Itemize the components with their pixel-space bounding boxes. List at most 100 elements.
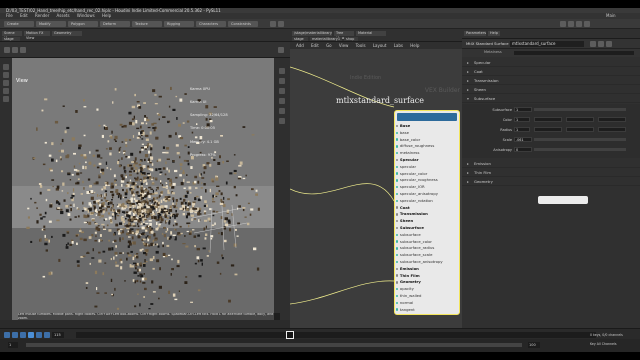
shelf-tab-rigging[interactable]: Rigging [164, 21, 194, 27]
port-connector-icon[interactable] [396, 287, 399, 291]
input-port[interactable]: specular_roughness [395, 177, 438, 183]
tab-help[interactable]: Help [488, 31, 500, 36]
path-stage[interactable]: stage [292, 37, 308, 41]
param-value-field[interactable]: 1 [514, 127, 530, 132]
param-slider[interactable] [534, 148, 626, 151]
expand-right-icon[interactable]: ▸ [467, 77, 469, 85]
input-port[interactable]: specular [395, 164, 416, 170]
jump-end-icon[interactable] [44, 332, 50, 338]
param-section[interactable]: ▸ Geometry [462, 178, 640, 186]
menu-edit[interactable]: Edit [20, 13, 28, 18]
menu-labs[interactable]: Labs [394, 43, 403, 48]
input-port[interactable]: subsurface_anisotropy [395, 259, 443, 265]
menu-render[interactable]: Render [35, 13, 49, 18]
handle-icon[interactable] [3, 80, 9, 86]
tab-scene-view[interactable]: Scene View [2, 31, 22, 40]
shelf-tab-constraints[interactable]: Constraints [228, 21, 258, 27]
port-connector-icon[interactable] [396, 233, 399, 236]
param-component-field[interactable] [566, 117, 594, 122]
port-connector-icon[interactable] [396, 138, 399, 141]
menu-view[interactable]: View [339, 43, 349, 48]
port-connector-icon[interactable] [396, 145, 399, 148]
param-component-field[interactable] [534, 117, 562, 122]
tab-network-path[interactable]: /stage/materiallibrary1/mtlx... [292, 31, 332, 36]
lighting-icon[interactable] [279, 98, 285, 104]
input-port[interactable]: diffuse_roughness [395, 143, 434, 149]
shelf-tool-icon[interactable] [568, 21, 574, 27]
input-port[interactable]: subsurface_radius [395, 245, 434, 251]
metalness-field[interactable] [514, 51, 634, 55]
port-connector-icon[interactable] [396, 267, 399, 270]
select-tool-icon[interactable] [4, 47, 10, 53]
play-reverse-icon[interactable] [20, 332, 26, 338]
input-port[interactable]: thin_walled [395, 293, 421, 299]
playhead-marker[interactable] [286, 331, 294, 339]
menu-file[interactable]: File [6, 13, 13, 18]
menu-windows[interactable]: Windows [77, 13, 95, 18]
tab-material-palette[interactable]: Material Palette [356, 31, 386, 36]
rotate-tool-icon[interactable] [20, 47, 26, 53]
port-connector-icon[interactable] [396, 274, 399, 277]
param-section[interactable]: ▸ Specular [462, 59, 640, 67]
mtlx-standard-surface-node[interactable]: Base base base_color diffuse_roughness metal… [394, 110, 460, 315]
snapshot-icon[interactable] [279, 118, 285, 124]
jump-start-icon[interactable] [4, 332, 10, 338]
port-connector-icon[interactable] [396, 131, 399, 134]
port-group-header[interactable]: Coat [395, 205, 410, 211]
expand-right-icon[interactable]: ▸ [467, 68, 469, 76]
param-section[interactable]: ▸ Emission [462, 160, 640, 168]
port-connector-icon[interactable] [396, 247, 399, 250]
timeline-ruler[interactable] [76, 332, 596, 338]
input-port[interactable]: specular_color [395, 171, 427, 177]
tab-parameters[interactable]: Parameters [464, 31, 486, 36]
viewport-path[interactable]: stage [2, 37, 20, 41]
select-icon[interactable] [3, 64, 9, 70]
port-connector-icon[interactable] [396, 219, 399, 223]
tab-geometry-spreadsheet[interactable]: Geometry Spreadsheet [52, 31, 82, 36]
persp-icon[interactable] [279, 68, 285, 74]
param-value-field[interactable]: 0 [514, 147, 532, 152]
port-connector-icon[interactable] [396, 124, 399, 128]
range-end-field[interactable]: 100 [528, 342, 540, 348]
input-port[interactable]: subsurface_scale [395, 252, 432, 258]
menu-help[interactable]: Help [102, 13, 111, 18]
port-connector-icon[interactable] [396, 301, 399, 304]
port-connector-icon[interactable] [396, 158, 399, 162]
port-connector-icon[interactable] [396, 260, 399, 264]
param-value-field[interactable]: 1 [514, 117, 530, 122]
viewport-view-label[interactable]: View [16, 78, 28, 84]
param-section[interactable]: ▸ Sheen [462, 86, 640, 94]
input-port[interactable]: specular_IOR [395, 184, 425, 190]
port-connector-icon[interactable] [396, 226, 399, 230]
help-icon[interactable] [598, 41, 604, 47]
move-tool-icon[interactable] [12, 47, 18, 53]
port-group-header[interactable]: Specular [395, 157, 419, 163]
input-port[interactable]: tangent [395, 307, 415, 313]
port-connector-icon[interactable] [396, 253, 399, 257]
input-port[interactable]: base [395, 130, 409, 136]
shelf-tool-icon[interactable] [270, 21, 276, 27]
port-group-header[interactable]: Subsurface [395, 225, 424, 231]
node-name-label[interactable]: mtlxstandard_surface [336, 96, 424, 105]
shelf-tool-icon[interactable] [576, 21, 582, 27]
range-start-field[interactable]: 1 [8, 342, 18, 348]
port-connector-icon[interactable] [396, 192, 399, 196]
pose-icon[interactable] [3, 88, 9, 94]
expand-right-icon[interactable]: ▸ [467, 178, 469, 186]
scene-viewport[interactable] [12, 58, 290, 320]
input-port[interactable]: subsurface [395, 232, 421, 238]
play-icon[interactable] [28, 332, 34, 338]
expand-right-icon[interactable]: ▸ [467, 160, 469, 168]
shelf-tab-characters[interactable]: Characters [196, 21, 226, 27]
visibility-icon[interactable] [279, 108, 285, 114]
menu-assets[interactable]: Assets [57, 13, 70, 18]
shelf-tab-create[interactable]: Create [4, 21, 34, 27]
shading-icon[interactable] [279, 88, 285, 94]
port-connector-icon[interactable] [396, 165, 399, 168]
param-component-field[interactable] [598, 127, 626, 132]
port-group-header[interactable]: Transmission [395, 211, 428, 217]
port-connector-icon[interactable] [396, 151, 399, 155]
shelf-tab-deform[interactable]: Deform [100, 21, 130, 27]
param-component-field[interactable] [534, 127, 562, 132]
port-connector-icon[interactable] [396, 185, 399, 189]
